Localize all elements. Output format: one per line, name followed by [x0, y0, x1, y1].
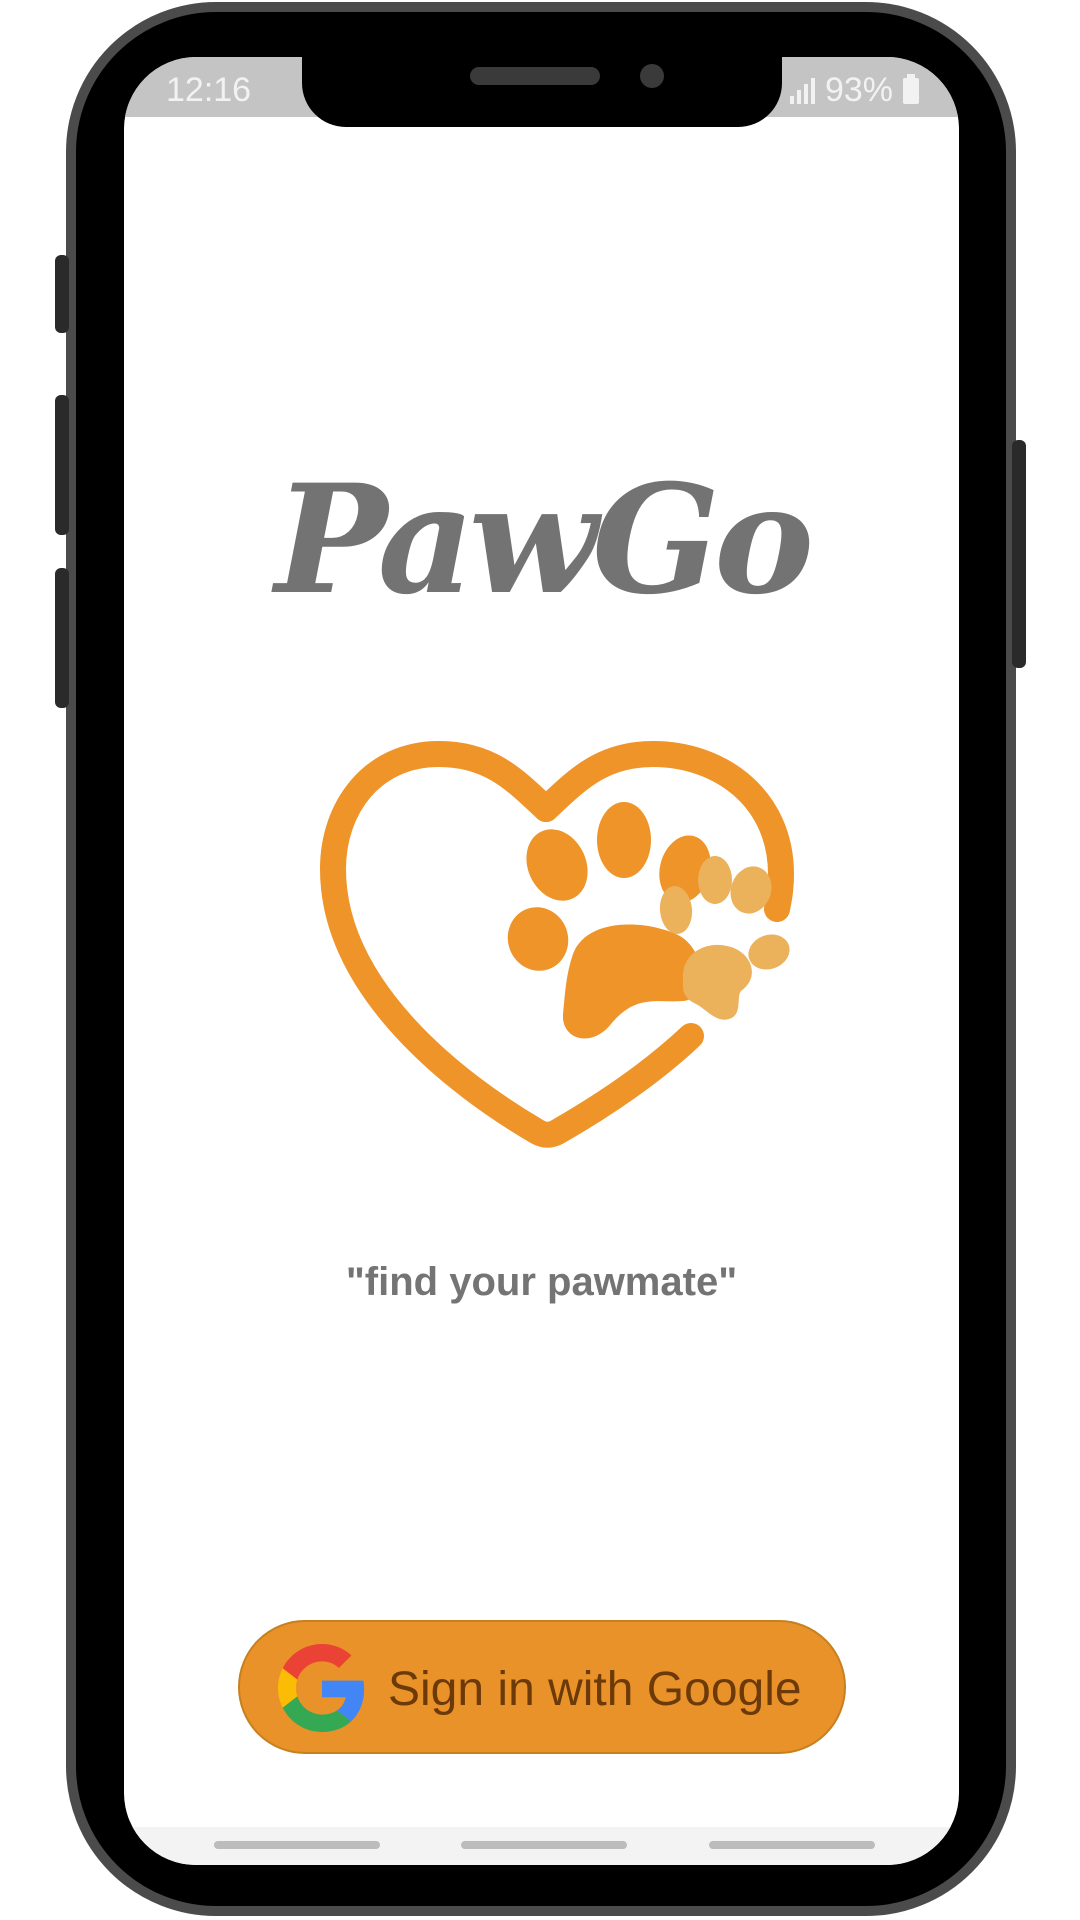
sign-in-label: Sign in with Google	[388, 1663, 802, 1716]
battery-icon	[903, 73, 919, 104]
heart-paw-logo	[320, 740, 795, 1148]
google-icon	[278, 1644, 365, 1732]
sign-in-with-google-button[interactable]: Sign in with Google	[238, 1620, 846, 1754]
app-screen: 12:16 93% PawGo "find your pawmate" Sign…	[124, 57, 959, 1865]
signal-icon	[789, 77, 815, 104]
status-time: 12:16	[166, 71, 252, 109]
status-indicators: 93%	[789, 71, 919, 110]
front-camera	[640, 64, 664, 88]
nav-recents-button[interactable]	[214, 1841, 380, 1849]
battery-percent: 93%	[824, 71, 893, 109]
camera-notch	[302, 57, 782, 127]
volume-down-button	[55, 568, 69, 708]
speaker-grille	[470, 67, 600, 85]
app-title: PawGo	[274, 452, 814, 628]
volume-up-button	[55, 395, 69, 535]
navigation-bar	[124, 1827, 959, 1865]
nav-home-button[interactable]	[461, 1841, 627, 1849]
volume-silent-button	[55, 255, 69, 333]
power-button	[1012, 440, 1026, 668]
tagline: "find your pawmate"	[345, 1260, 738, 1304]
nav-back-button[interactable]	[709, 1841, 875, 1849]
